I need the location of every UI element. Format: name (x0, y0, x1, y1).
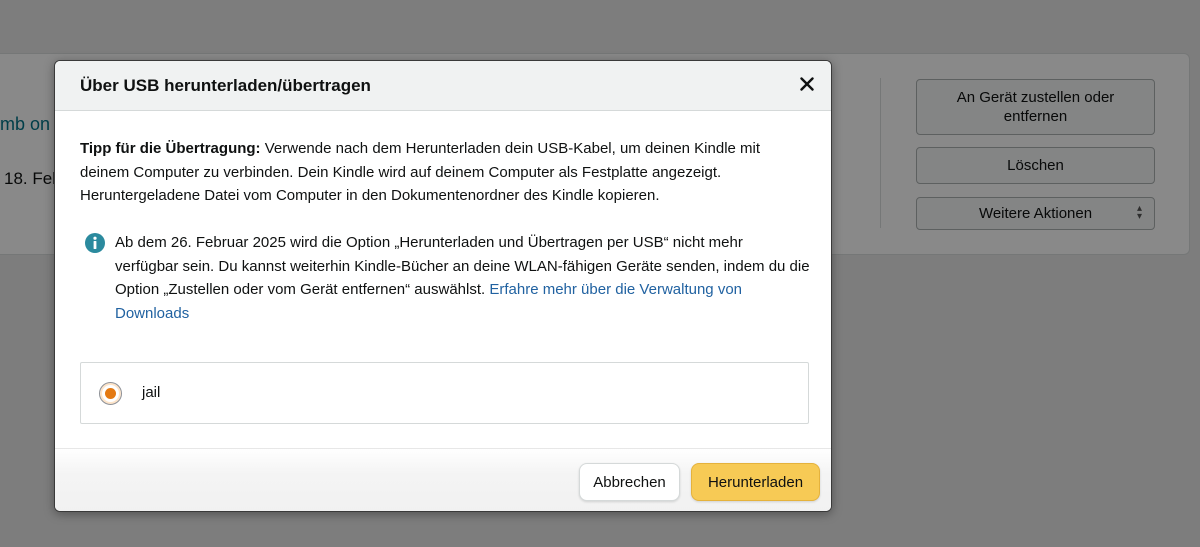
close-button[interactable] (795, 72, 819, 96)
dialog-footer: Abbrechen Herunterladen (55, 448, 831, 511)
device-name: jail (142, 384, 161, 401)
usb-download-dialog: Über USB herunterladen/übertragen Tipp f… (54, 60, 832, 512)
close-icon (800, 77, 814, 91)
download-button[interactable]: Herunterladen (691, 463, 820, 501)
info-icon (85, 233, 105, 253)
cancel-button[interactable]: Abbrechen (579, 463, 680, 501)
dialog-header: Über USB herunterladen/übertragen (55, 61, 831, 111)
dialog-title: Über USB herunterladen/übertragen (80, 76, 371, 95)
transfer-tip: Tipp für die Übertragung: Verwende nach … (80, 137, 810, 208)
tip-label: Tipp für die Übertragung: (80, 140, 261, 157)
radio-selected-dot (105, 388, 116, 399)
device-option[interactable]: jail (80, 362, 809, 424)
device-radio[interactable] (99, 382, 122, 405)
notice-text: Ab dem 26. Februar 2025 wird die Option … (115, 231, 810, 325)
